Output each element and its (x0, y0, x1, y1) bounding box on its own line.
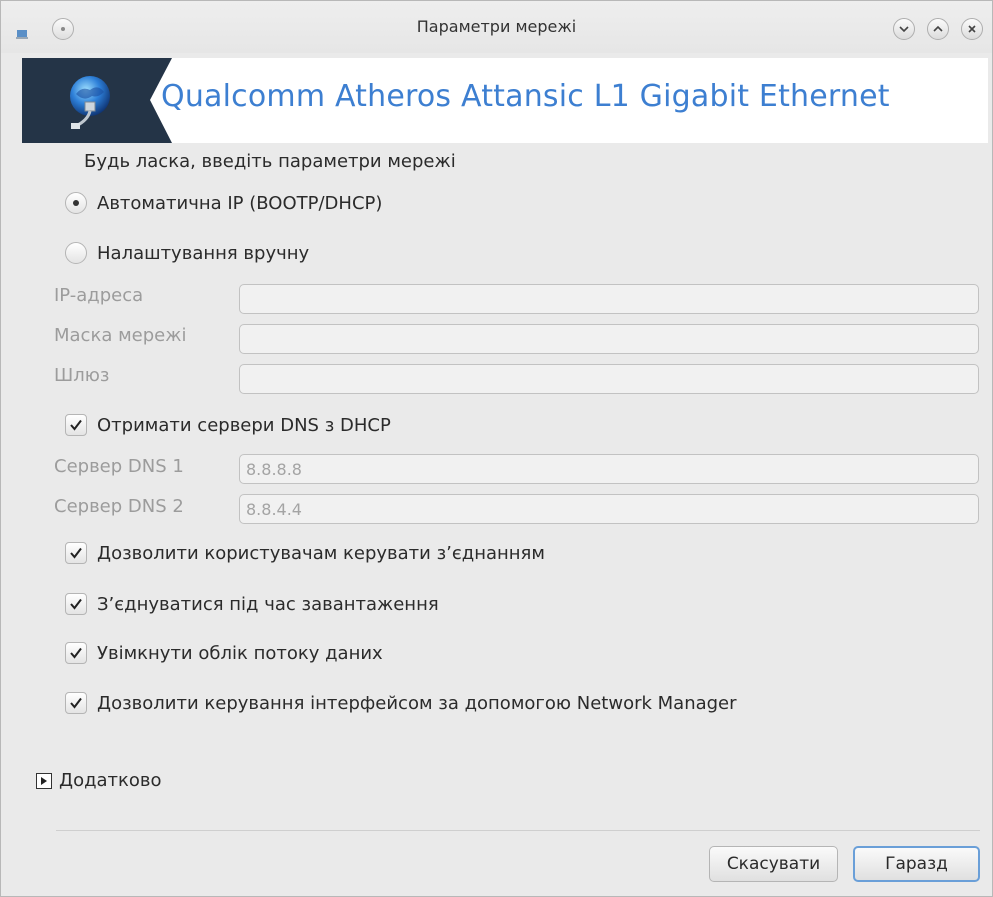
connect-at-boot-label: З’єднуватися під час завантаження (97, 593, 439, 615)
allow-users-manage-label: Дозволити користувачам керувати з’єднанн… (97, 542, 545, 564)
expand-arrow-icon[interactable] (36, 772, 52, 789)
header-banner: Qualcomm Atheros Attansic L1 Gigabit Eth… (22, 58, 988, 143)
checkbox[interactable] (65, 414, 87, 436)
checkmark-icon (70, 547, 82, 559)
connect-at-boot-checkbox[interactable]: З’єднуватися під час завантаження (65, 590, 439, 618)
advanced-label: Додатково (59, 770, 162, 791)
netmask-label: Маска мережі (54, 325, 187, 346)
netmask-field[interactable] (239, 324, 979, 354)
checkbox[interactable] (65, 542, 87, 564)
network-manager-checkbox[interactable]: Дозволити керування інтерфейсом за допом… (65, 689, 737, 717)
window-title: Параметри мережі (416, 17, 577, 36)
dns2-label: Сервер DNS 2 (54, 496, 184, 517)
checkmark-icon (70, 598, 82, 610)
checkbox[interactable] (65, 593, 87, 615)
checkmark-icon (70, 419, 82, 431)
dns-from-dhcp-label: Отримати сервери DNS з DHCP (97, 414, 391, 436)
minimize-button[interactable] (893, 18, 915, 40)
radio-manual-config[interactable]: Налаштування вручну (65, 239, 309, 267)
title-bar: Параметри мережі (1, 1, 992, 53)
ip-address-field[interactable] (239, 284, 979, 314)
ok-button[interactable]: Гаразд (853, 846, 980, 882)
checkbox[interactable] (65, 642, 87, 664)
radio-manual-config-label: Налаштування вручну (97, 242, 310, 264)
radio-automatic-ip-label: Автоматична IP (BOOTP/DHCP) (97, 192, 383, 214)
traffic-accounting-label: Увімкнути облік потоку даних (97, 642, 383, 664)
checkmark-icon (70, 697, 82, 709)
close-icon (968, 25, 976, 33)
radio-button[interactable] (65, 242, 87, 264)
network-globe-icon (62, 72, 118, 137)
maximize-button[interactable] (927, 18, 949, 40)
gateway-label: Шлюз (54, 365, 110, 386)
dns1-label: Сервер DNS 1 (54, 456, 184, 477)
advanced-expander[interactable]: Додатково (36, 770, 162, 791)
dns2-field[interactable]: 8.8.4.4 (239, 494, 979, 524)
device-title: Qualcomm Atheros Attansic L1 Gigabit Eth… (161, 79, 890, 114)
instructions-text: Будь ласка, введіть параметри мережі (84, 151, 456, 172)
gateway-field[interactable] (239, 364, 979, 394)
network-settings-window: Параметри мережі Qualcomm Atheros Attans… (0, 0, 993, 897)
ip-address-label: IP-адреса (54, 285, 144, 306)
traffic-accounting-checkbox[interactable]: Увімкнути облік потоку даних (65, 639, 383, 667)
chevron-down-icon (899, 26, 909, 33)
network-manager-label: Дозволити керування інтерфейсом за допом… (97, 692, 737, 714)
radio-automatic-ip[interactable]: Автоматична IP (BOOTP/DHCP) (65, 189, 382, 217)
radio-button-selected[interactable] (65, 192, 87, 214)
dns1-field[interactable]: 8.8.8.8 (239, 454, 979, 484)
cancel-button[interactable]: Скасувати (709, 846, 838, 882)
chevron-up-icon (933, 25, 943, 32)
divider (56, 830, 980, 831)
allow-users-manage-checkbox[interactable]: Дозволити користувачам керувати з’єднанн… (65, 539, 545, 567)
checkbox[interactable] (65, 692, 87, 714)
close-button[interactable] (961, 18, 983, 40)
checkmark-icon (70, 647, 82, 659)
dns-from-dhcp-checkbox[interactable]: Отримати сервери DNS з DHCP (65, 411, 391, 439)
